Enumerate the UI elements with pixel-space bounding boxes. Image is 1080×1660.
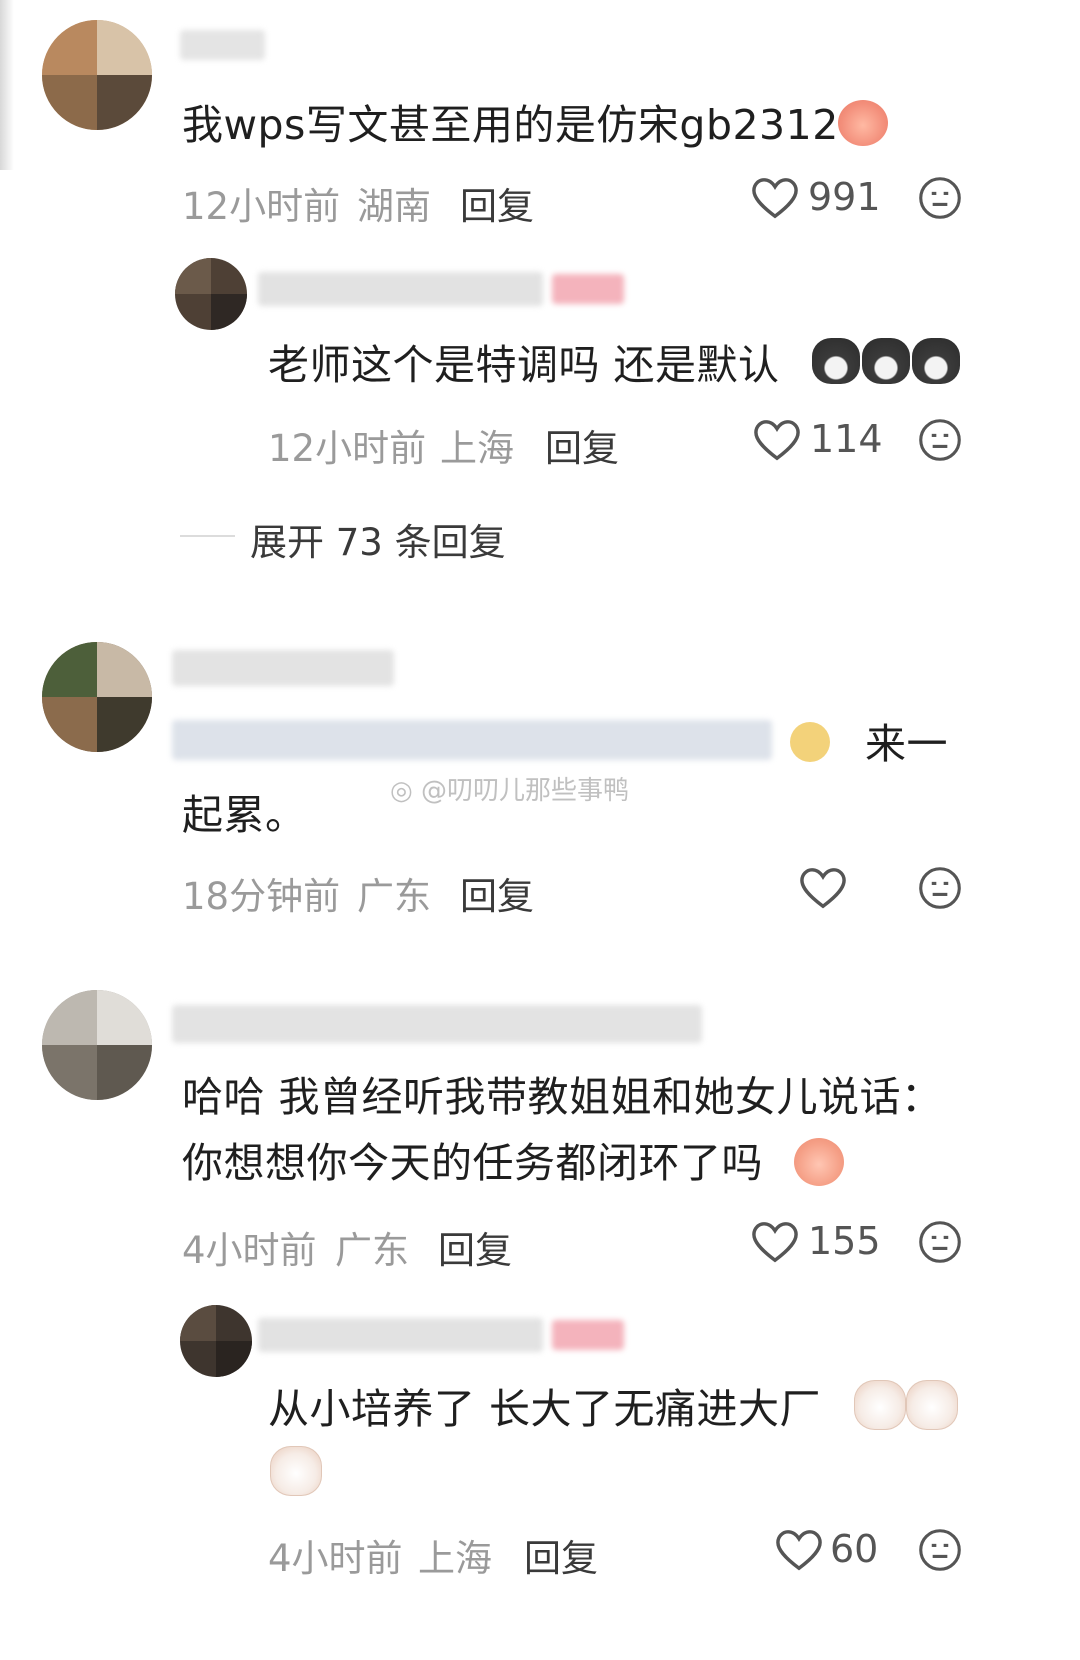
like-count: 991 [808, 175, 881, 219]
crying-peach-emoji-icon [838, 100, 888, 146]
crying-cat-emoji-icon [906, 1380, 958, 1430]
comment-time: 4小时前 [268, 1537, 403, 1580]
username-blurred[interactable] [258, 1318, 543, 1352]
comment-location: 广东 [335, 1229, 409, 1272]
divider-line [180, 535, 235, 537]
username-blurred[interactable] [180, 30, 265, 60]
reply-button[interactable]: 回复 [460, 176, 534, 230]
dislike-face-icon[interactable] [918, 866, 962, 910]
emoji-icon [790, 722, 830, 762]
cat-emoji-icon [912, 338, 960, 384]
crying-cat-emoji-icon [270, 1446, 322, 1496]
dislike-face-icon[interactable] [918, 176, 962, 220]
dislike-face-icon[interactable] [918, 1528, 962, 1572]
badge-blurred [552, 1320, 624, 1350]
laughing-peach-emoji-icon [794, 1138, 844, 1186]
comment-location: 上海 [418, 1537, 492, 1580]
comment-text-tail: 来一 [865, 720, 948, 768]
comment-text-line1: 哈哈 我曾经听我带教姐姐和她女儿说话： [182, 1073, 943, 1121]
like-count: 155 [808, 1219, 881, 1263]
like-count: 114 [810, 417, 883, 461]
comment-time: 18分钟前 [182, 875, 341, 918]
heart-icon[interactable] [752, 177, 798, 221]
heart-icon[interactable] [754, 419, 800, 463]
cat-emoji-icon [812, 338, 860, 384]
dislike-face-icon[interactable] [918, 418, 962, 462]
comment-text-blurred [172, 720, 772, 760]
heart-icon[interactable] [752, 1221, 798, 1265]
avatar[interactable] [42, 642, 152, 752]
dislike-face-icon[interactable] [918, 1220, 962, 1264]
reply-button[interactable]: 回复 [545, 418, 619, 472]
heart-icon[interactable] [800, 867, 846, 911]
comment-text-line2: 起累。 [182, 791, 307, 839]
cat-emoji-icon [862, 338, 910, 384]
left-edge-shadow [0, 0, 14, 170]
heart-icon[interactable] [776, 1529, 822, 1573]
comment-location: 湖南 [357, 185, 431, 228]
reply-button[interactable]: 回复 [524, 1528, 598, 1582]
watermark: ◎ @叨叨儿那些事鸭 [390, 776, 629, 806]
username-blurred[interactable] [172, 1005, 702, 1043]
reply-button[interactable]: 回复 [460, 866, 534, 920]
comment-time: 4小时前 [182, 1229, 317, 1272]
avatar[interactable] [180, 1305, 252, 1377]
avatar[interactable] [42, 20, 152, 130]
crying-cat-emoji-icon [854, 1380, 906, 1430]
comment-text: 我wps写文甚至用的是仿宋gb2312 [182, 101, 839, 149]
avatar[interactable] [175, 258, 247, 330]
comment-text-line1: 从小培养了 长大了无痛进大厂 [268, 1385, 822, 1433]
reply-button[interactable]: 回复 [438, 1220, 512, 1274]
comment-text-line2: 你想想你今天的任务都闭环了吗 [182, 1139, 763, 1187]
username-blurred[interactable] [172, 650, 394, 686]
comment-time: 12小时前 [268, 427, 427, 470]
badge-blurred [552, 274, 624, 304]
comment-time: 12小时前 [182, 185, 341, 228]
expand-replies-label[interactable]: 展开 73 条回复 [250, 512, 506, 566]
comment-location: 广东 [357, 875, 431, 918]
username-blurred[interactable] [258, 272, 543, 306]
like-count: 60 [830, 1527, 879, 1571]
avatar[interactable] [42, 990, 152, 1100]
comment-text: 老师这个是特调吗 还是默认 [268, 341, 780, 389]
comment-location: 上海 [440, 427, 514, 470]
